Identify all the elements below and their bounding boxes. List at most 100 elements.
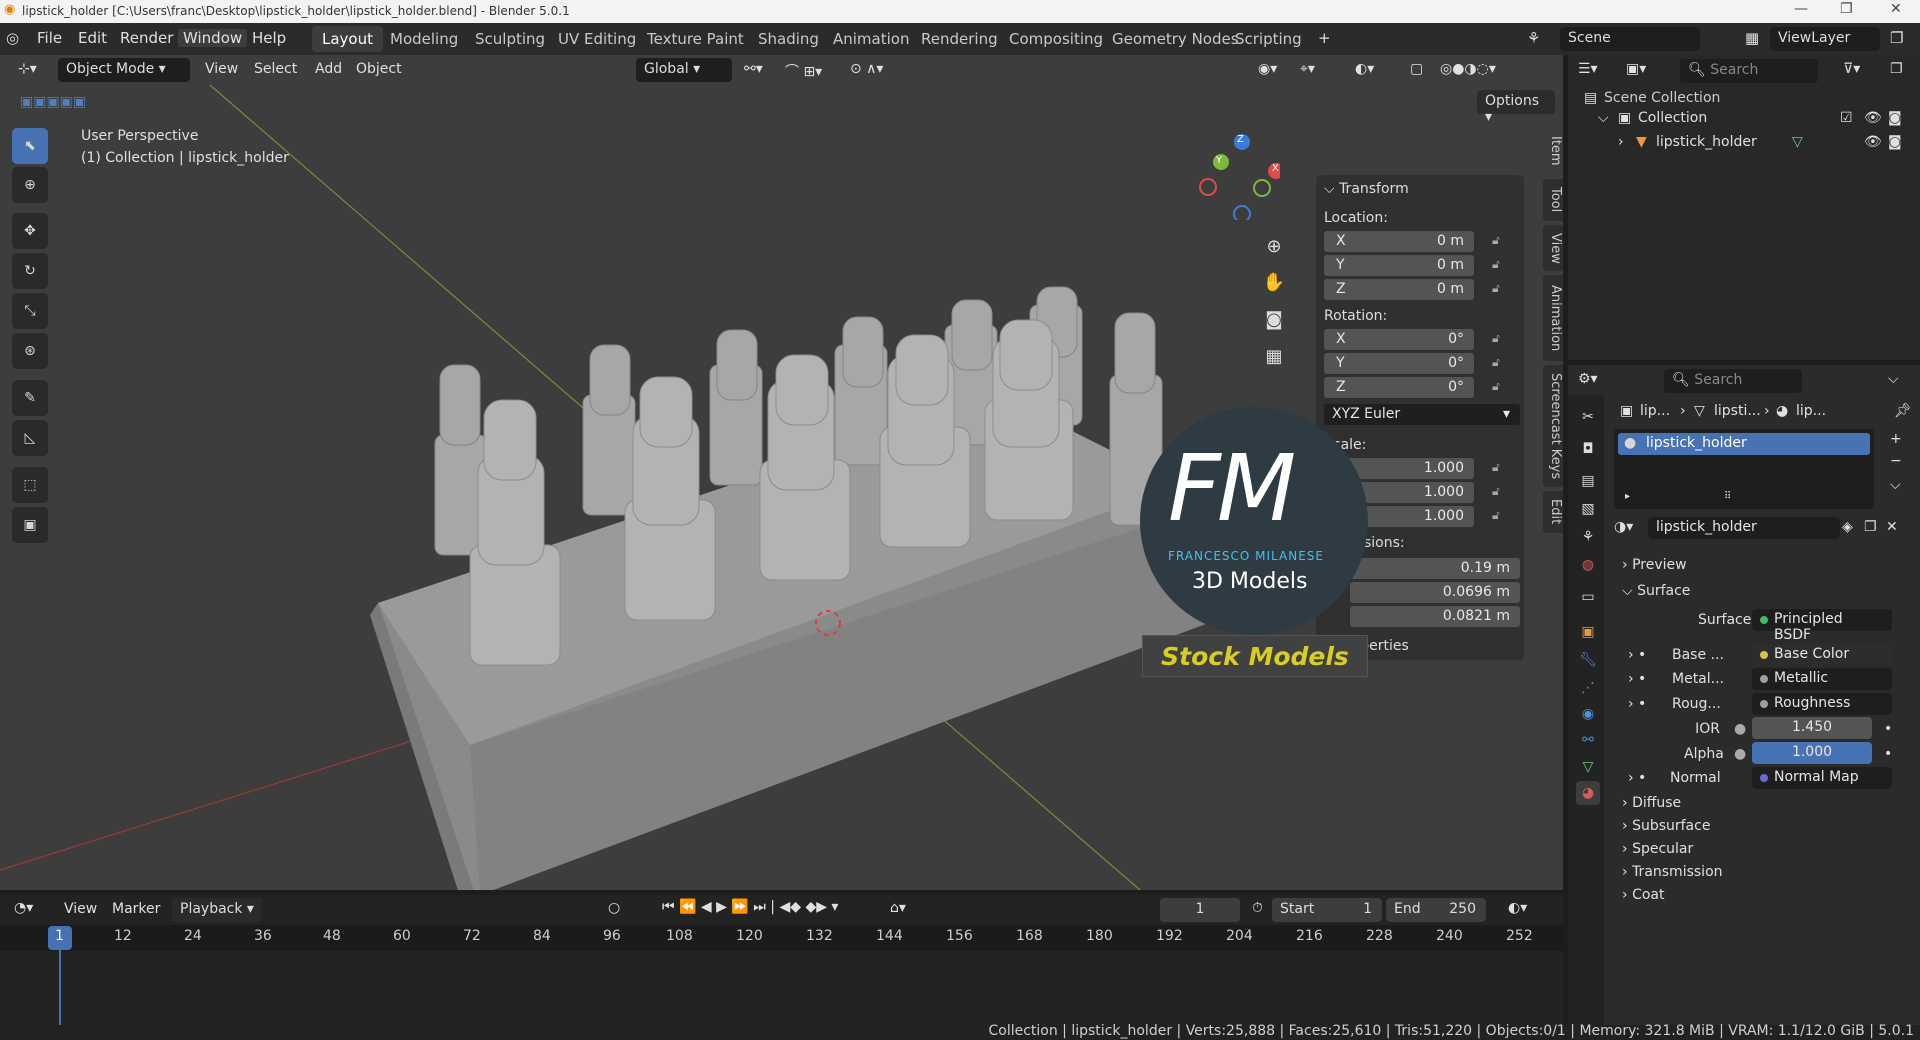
expand-list-icon[interactable]: ▸ (1625, 491, 1630, 502)
transmission-panel[interactable]: › Transmission (1622, 864, 1723, 880)
filter-icon[interactable]: ⊽▾ (1843, 61, 1860, 77)
location-z-field[interactable]: Z0 m (1324, 279, 1474, 300)
xray-icon[interactable]: ▢ (1410, 61, 1423, 77)
normal-map-button[interactable]: Normal Map (1752, 767, 1892, 789)
playback-controls-icon[interactable]: ⏮ ⏪ ◀ ▶ ⏩ ⏭ | ◀◆ ◆▶ ▾ (662, 899, 838, 915)
camera-icon[interactable]: ◙ (1888, 134, 1902, 150)
collection-label[interactable]: Collection (1638, 110, 1707, 126)
select-modes-icon[interactable]: ▣▣▣▣▣ (20, 94, 86, 110)
keyframe-dot-icon[interactable]: • (1884, 746, 1892, 762)
checkbox-icon[interactable]: ☑ (1840, 110, 1853, 126)
tab-scripting[interactable]: Scripting (1225, 26, 1312, 52)
timeline-menu-marker[interactable]: Marker (112, 901, 160, 917)
alpha-field[interactable]: 1.000 (1752, 742, 1872, 764)
cursor-tool[interactable]: ⊕ (12, 167, 48, 203)
specular-panel[interactable]: › Specular (1622, 841, 1693, 857)
options-dropdown[interactable]: Options ▾ (1477, 90, 1555, 125)
particles-tab-icon[interactable]: ⋰ (1576, 676, 1600, 700)
lock-icon[interactable]: 🔓︎ (1492, 281, 1500, 296)
menu-file[interactable]: File (37, 29, 62, 47)
scale-tool[interactable]: ⤡ (12, 293, 48, 329)
move-tool[interactable]: ✥ (12, 213, 48, 249)
breadcrumb-mesh[interactable]: lipsti... (1714, 403, 1761, 419)
menu-render[interactable]: Render (120, 29, 173, 47)
keyframe-dot-icon[interactable]: • (1884, 721, 1892, 737)
tab-layout[interactable]: Layout (312, 26, 383, 52)
tab-shading[interactable]: Shading (748, 26, 829, 52)
menu-add[interactable]: Add (315, 61, 342, 77)
lock-icon[interactable]: 🔓︎ (1492, 355, 1500, 370)
playback-dropdown[interactable]: Playback ▾ (172, 898, 262, 922)
breadcrumb-object[interactable]: lip... (1640, 403, 1670, 419)
snap-icon[interactable]: ⌒ ⊞▾ (785, 61, 822, 81)
frame-ruler[interactable] (0, 925, 1563, 951)
transform-panel-title[interactable]: ⌵ Transform (1324, 181, 1409, 197)
view-layer-tab-icon[interactable]: ▧ (1576, 497, 1600, 521)
subsurface-panel[interactable]: › Subsurface (1622, 818, 1710, 834)
diffuse-panel[interactable]: › Diffuse (1622, 795, 1681, 811)
tab-tool[interactable]: Tool (1543, 179, 1563, 221)
new-collection-icon[interactable]: ❐ (1890, 61, 1903, 77)
add-cube-tool[interactable]: ⬚ (12, 467, 48, 503)
3d-viewport[interactable]: ⊹▾ Object Mode ▾ View Select Add Object … (0, 55, 1563, 890)
tab-texture-paint[interactable]: Texture Paint (637, 26, 754, 52)
material-tab-icon[interactable]: ◕ (1576, 781, 1600, 805)
coat-panel[interactable]: › Coat (1622, 887, 1664, 903)
output-tab-icon[interactable]: ▤ (1576, 469, 1600, 493)
transform-orientation-dropdown[interactable]: Global ▾ (636, 58, 732, 82)
preview-panel[interactable]: › Preview (1622, 557, 1687, 573)
render-tab-icon[interactable]: ◘ (1576, 437, 1600, 461)
menu-view[interactable]: View (205, 61, 238, 77)
overlays-icon[interactable]: ◐▾ (1355, 61, 1374, 77)
add-slot-icon[interactable]: + (1890, 431, 1902, 447)
tab-compositing[interactable]: Compositing (999, 26, 1113, 52)
gizmo-icon[interactable]: ⌖▾ (1300, 61, 1315, 77)
metallic-expand-icon[interactable]: › • (1628, 671, 1646, 687)
tab-animation[interactable]: Animation (1543, 275, 1563, 361)
base-color-expand-icon[interactable]: › • (1628, 647, 1646, 663)
object-tab-icon[interactable]: ▣ (1576, 620, 1600, 644)
navigation-gizmo[interactable] (1190, 130, 1280, 220)
material-name-field[interactable]: lipstick_holder (1648, 517, 1840, 539)
menu-help[interactable]: Help (252, 29, 286, 47)
menu-object[interactable]: Object (356, 61, 402, 77)
lock-icon[interactable]: 🔓︎ (1492, 508, 1500, 523)
timeline-editor-icon[interactable]: ◔▾ (14, 900, 33, 916)
eye-icon[interactable]: 👁︎ (1864, 110, 1882, 126)
collection-tab-icon[interactable]: ▭ (1576, 585, 1600, 609)
auto-key-icon[interactable]: ⌂▾ (890, 900, 906, 916)
annotate-tool[interactable]: ✎ (12, 380, 48, 416)
lock-icon[interactable]: 🔓︎ (1492, 233, 1500, 248)
tool-tab-icon[interactable]: ✂ (1576, 405, 1600, 429)
dimension-y-field[interactable]: 0.0696 m (1350, 582, 1520, 603)
measure-tool[interactable]: ◺ (12, 420, 48, 456)
scene-tab-icon[interactable]: ⚘ (1576, 525, 1600, 549)
mesh-data-icon[interactable]: ▽ (1792, 134, 1803, 150)
close-icon[interactable]: ✕ (1890, 1, 1902, 17)
outliner-search-input[interactable]: 🔍︎ Search (1680, 59, 1818, 83)
eye-icon[interactable]: 👁︎ (1864, 134, 1882, 150)
remove-slot-icon[interactable]: − (1890, 453, 1902, 469)
surface-panel[interactable]: ⌵ Surface (1622, 583, 1690, 599)
roughness-button[interactable]: Roughness (1752, 693, 1892, 715)
tab-animation[interactable]: Animation (823, 26, 919, 52)
overlay-toggle-icon[interactable]: ◐▾ (1508, 900, 1527, 916)
breadcrumb-material[interactable]: lip... (1796, 403, 1826, 419)
outliner-editor-icon[interactable]: ☰▾ (1578, 61, 1598, 77)
object-expand-icon[interactable]: › (1618, 134, 1624, 150)
roughness-expand-icon[interactable]: › • (1628, 696, 1646, 712)
material-browse-icon[interactable]: ◑▾ (1614, 519, 1633, 535)
location-y-field[interactable]: Y0 m (1324, 255, 1474, 276)
lock-icon[interactable]: 🔓︎ (1492, 257, 1500, 272)
normal-expand-icon[interactable]: › • (1628, 770, 1646, 786)
visibility-icon[interactable]: ◉▾ (1258, 61, 1277, 77)
view-layer-add-icon[interactable]: ❐ (1890, 29, 1903, 47)
editor-type-icon[interactable]: ⊹▾ (18, 61, 37, 77)
base-color-button[interactable]: Base Color (1752, 644, 1892, 666)
timeline-editor[interactable]: ◔▾ View Marker Playback ▾ ○ ⏮ ⏪ ◀ ▶ ⏩ ⏭ … (0, 895, 1563, 1025)
location-x-field[interactable]: X0 m (1324, 231, 1474, 252)
tab-screencast-keys[interactable]: Screencast Keys (1543, 365, 1563, 487)
camera-view-icon[interactable]: ◙ (1258, 303, 1290, 335)
scene-icon[interactable]: ⚘ (1527, 29, 1540, 47)
lock-icon[interactable]: 🔓︎ (1492, 484, 1500, 499)
